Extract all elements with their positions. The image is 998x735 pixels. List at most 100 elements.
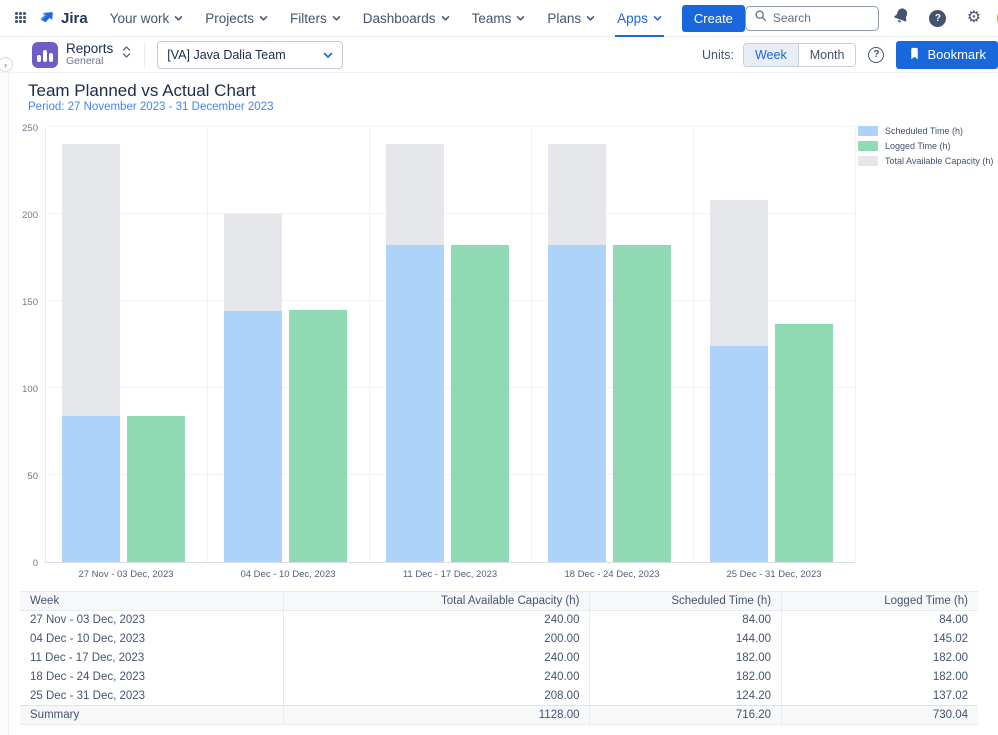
toolbar-right-group: Units: Week Month ? Bookmark — [702, 41, 998, 69]
bookmark-label: Bookmark — [927, 47, 986, 62]
table-row: 04 Dec - 10 Dec, 2023200.00144.00145.02 — [20, 630, 978, 649]
nav-item-dashboards[interactable]: Dashboards — [355, 7, 458, 30]
logged-bar[interactable] — [451, 245, 509, 562]
x-tick-label: 11 Dec - 17 Dec, 2023 — [369, 569, 531, 580]
scheduled-bar[interactable] — [224, 311, 282, 562]
gridline — [46, 126, 855, 127]
scheduled-bar[interactable] — [710, 346, 768, 562]
nav-item-projects[interactable]: Projects — [197, 7, 276, 30]
y-tick-label: 150 — [0, 297, 38, 308]
primary-menu: Your work Projects Filters Dashboards TeamsP… — [102, 7, 676, 30]
team-selector[interactable]: [VA] Java Dalia Team — [157, 41, 343, 69]
reports-app-icon — [32, 42, 58, 68]
value-cell: 144.00 — [590, 630, 782, 649]
unit-option-month[interactable]: Month — [799, 44, 856, 66]
nav-item-label: Filters — [290, 11, 327, 26]
reports-title-block: Reports General — [66, 42, 113, 67]
notifications-button[interactable] — [889, 5, 915, 31]
help-icon: ? — [929, 10, 946, 27]
legend-item[interactable]: Scheduled Time (h) — [858, 126, 993, 136]
legend-label: Scheduled Time (h) — [885, 126, 963, 136]
legend-item[interactable]: Total Available Capacity (h) — [858, 156, 993, 166]
units-toggle: Week Month — [743, 43, 856, 67]
logged-bar[interactable] — [613, 245, 671, 562]
search-box[interactable] — [745, 6, 879, 31]
value-cell: 182.00 — [590, 649, 782, 668]
x-tick-label: 18 Dec - 24 Dec, 2023 — [531, 569, 693, 580]
jira-logo[interactable]: Jira — [38, 6, 88, 30]
value-cell: 240.00 — [283, 611, 590, 630]
summary-table: WeekTotal Available Capacity (h)Schedule… — [20, 591, 978, 725]
bar-icon — [49, 53, 53, 62]
app-switcher-button[interactable] — [8, 5, 34, 31]
nav-item-plans[interactable]: Plans — [539, 7, 603, 30]
week-cell: 04 Dec - 10 Dec, 2023 — [20, 630, 283, 649]
scheduled-bar[interactable] — [386, 245, 444, 562]
reports-title: Reports — [66, 42, 113, 56]
logged-bar[interactable] — [127, 416, 185, 562]
legend-swatch — [858, 141, 878, 151]
chevron-down-icon — [653, 15, 662, 22]
gear-icon: ⚙ — [967, 10, 981, 26]
value-cell: 208.00 — [283, 687, 590, 706]
week-cell: 27 Nov - 03 Dec, 2023 — [20, 611, 283, 630]
bar-icon — [43, 50, 47, 62]
week-cell: 11 Dec - 17 Dec, 2023 — [20, 649, 283, 668]
scheduled-bar[interactable] — [548, 245, 606, 562]
report-toolbar: Reports General [VA] Java Dalia Team Uni… — [0, 37, 998, 73]
table-column-header: Scheduled Time (h) — [590, 592, 782, 611]
gridline — [531, 128, 532, 562]
value-cell: 240.00 — [283, 649, 590, 668]
units-label: Units: — [702, 48, 734, 62]
y-tick-label: 200 — [0, 210, 38, 221]
page-title: Team Planned vs Actual Chart — [28, 81, 256, 101]
summary-value-cell: 716.20 — [590, 706, 782, 725]
grid-icon — [15, 12, 27, 24]
nav-item-label: Dashboards — [363, 11, 436, 26]
scheduled-bar[interactable] — [62, 416, 120, 562]
report-switcher-button[interactable] — [121, 44, 132, 65]
units-help-icon[interactable]: ? — [868, 47, 884, 63]
nav-item-apps[interactable]: Apps — [609, 7, 670, 30]
chart-legend: Scheduled Time (h) Logged Time (h) Total A… — [858, 126, 993, 166]
search-input[interactable] — [773, 11, 870, 25]
chevron-down-icon — [441, 15, 450, 22]
table-column-header: Week — [20, 592, 283, 611]
value-cell: 182.00 — [590, 668, 782, 687]
create-button[interactable]: Create — [682, 5, 745, 32]
bell-icon — [893, 7, 910, 29]
jira-logo-icon — [38, 6, 57, 30]
reports-subtitle: General — [66, 56, 113, 67]
bar-chart-plot — [45, 128, 855, 563]
value-cell: 84.00 — [782, 611, 978, 630]
table-header-row: WeekTotal Available Capacity (h)Schedule… — [20, 592, 978, 611]
settings-button[interactable]: ⚙ — [961, 5, 987, 31]
search-icon — [754, 9, 767, 27]
period-subtitle: Period: 27 November 2023 - 31 December 2… — [28, 101, 273, 113]
topnav-right-group: ? ⚙ BR — [745, 5, 998, 31]
table-column-header: Logged Time (h) — [782, 592, 978, 611]
value-cell: 200.00 — [283, 630, 590, 649]
summary-value-cell: 730.04 — [782, 706, 978, 725]
help-button[interactable]: ? — [925, 5, 951, 31]
nav-item-label: Your work — [110, 11, 170, 26]
logged-bar[interactable] — [775, 324, 833, 562]
nav-item-teams[interactable]: Teams — [464, 7, 534, 30]
y-tick-label: 50 — [0, 471, 38, 482]
gridline — [855, 128, 856, 562]
legend-item[interactable]: Logged Time (h) — [858, 141, 993, 151]
nav-item-filters[interactable]: Filters — [282, 7, 349, 30]
nav-item-your-work[interactable]: Your work — [102, 7, 192, 30]
bookmark-icon — [908, 47, 921, 63]
gridline — [207, 128, 208, 562]
summary-value-cell: 1128.00 — [283, 706, 590, 725]
gridline — [369, 128, 370, 562]
x-tick-label: 27 Nov - 03 Dec, 2023 — [45, 569, 207, 580]
y-tick-label: 250 — [0, 123, 38, 134]
week-cell: 18 Dec - 24 Dec, 2023 — [20, 668, 283, 687]
bookmark-button[interactable]: Bookmark — [896, 41, 998, 69]
legend-swatch — [858, 156, 878, 166]
logged-bar[interactable] — [289, 310, 347, 562]
divider — [144, 42, 145, 68]
unit-option-week[interactable]: Week — [744, 44, 799, 66]
